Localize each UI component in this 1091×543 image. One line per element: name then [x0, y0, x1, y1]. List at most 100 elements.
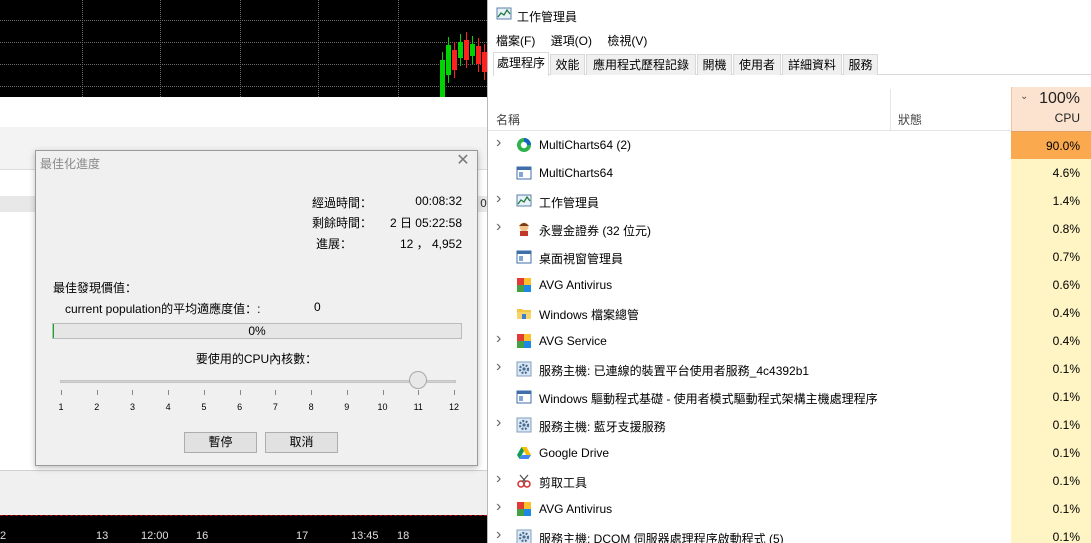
column-header: 名稱 狀態 ⌄ 100% CPU: [488, 86, 1091, 131]
process-row[interactable]: › 剪取工具 0.1%: [488, 467, 1091, 495]
tab-startup[interactable]: 開機: [697, 54, 732, 75]
expand-chevron-icon[interactable]: ›: [496, 218, 506, 236]
expand-chevron-icon[interactable]: ›: [496, 526, 506, 543]
column-status-header[interactable]: 狀態: [898, 111, 922, 128]
tab-processes[interactable]: 處理程序: [493, 52, 549, 76]
slider-tick-label: 3: [129, 402, 135, 412]
slider-tick-label: 10: [377, 402, 388, 412]
process-name: MultiCharts64: [539, 166, 614, 180]
process-row[interactable]: MultiCharts64 4.6%: [488, 159, 1091, 187]
process-name: 服務主機: 藍牙支援服務: [539, 420, 666, 434]
candle-body: [458, 42, 463, 58]
menu-view[interactable]: 檢視(V): [607, 34, 647, 48]
slider-tick-label: 12: [448, 402, 459, 412]
slider-tick: [168, 390, 170, 395]
process-name: 剪取工具: [539, 476, 588, 490]
slider-tick-label: 7: [272, 402, 278, 412]
window-title: 工作管理員: [517, 10, 578, 24]
process-row[interactable]: › 服務主機: 藍牙支援服務 0.1%: [488, 411, 1091, 439]
folder-icon: [516, 305, 532, 321]
cpu-total-usage: 100%: [1039, 90, 1080, 107]
process-row[interactable]: › 工作管理員 1.4%: [488, 187, 1091, 215]
process-row[interactable]: 桌面視窗管理員 0.7%: [488, 243, 1091, 271]
chart-gridline: [0, 42, 487, 43]
candle-body: [440, 60, 445, 97]
axis-tick-label: 2: [0, 530, 7, 542]
status-band: [0, 470, 487, 515]
axis-tick-label: 17: [296, 530, 309, 542]
close-icon[interactable]: ✕: [455, 153, 471, 169]
toolbar-band: [0, 97, 487, 127]
slider-tick-label: 8: [308, 402, 314, 412]
chart-gridline: [240, 0, 241, 97]
cpu-cores-slider-thumb[interactable]: [409, 371, 428, 389]
slider-tick-label: 6: [237, 402, 243, 412]
expand-chevron-icon[interactable]: ›: [496, 190, 506, 208]
process-row[interactable]: › 永豐金證券 (32 位元) 0.8%: [488, 215, 1091, 243]
sort-chevron-icon: ⌄: [1020, 91, 1029, 102]
axis-tick-label: 12:00: [141, 530, 169, 542]
process-cpu-value: 0.1%: [1011, 467, 1091, 495]
slider-tick: [132, 390, 134, 395]
tab-users[interactable]: 使用者: [733, 54, 781, 75]
process-row[interactable]: › 服務主機: 已連線的裝置平台使用者服務_4c4392b1 0.1%: [488, 355, 1091, 383]
chart-gridline: [0, 64, 487, 65]
cancel-button[interactable]: 取消: [265, 432, 338, 453]
menu-file[interactable]: 檔案(F): [496, 34, 535, 48]
expand-chevron-icon[interactable]: ›: [496, 470, 506, 488]
candle-body: [476, 46, 481, 64]
expand-chevron-icon[interactable]: ›: [496, 134, 506, 152]
chart-gridline: [0, 86, 487, 87]
fitness-value: 0: [314, 300, 321, 314]
menu-options[interactable]: 選項(O): [551, 34, 592, 48]
cpu-column-label: CPU: [1054, 111, 1080, 125]
slider-tick: [275, 390, 277, 395]
slider-tick-label: 9: [344, 402, 350, 412]
expand-chevron-icon[interactable]: ›: [496, 330, 506, 348]
task-manager-window: 工作管理員 檔案(F) 選項(O) 檢視(V) 處理程序 效能 應用程式歷程記錄…: [487, 0, 1091, 543]
column-name-header[interactable]: 名稱: [496, 111, 520, 128]
cpu-cores-slider-track[interactable]: [60, 380, 456, 383]
slider-tick-label: 4: [165, 402, 171, 412]
expand-chevron-icon[interactable]: ›: [496, 498, 506, 516]
tab-app-history[interactable]: 應用程式歷程記錄: [586, 54, 696, 75]
task-manager-icon: [516, 193, 532, 209]
process-name: MultiCharts64 (2): [539, 138, 632, 152]
process-cpu-value: 0.1%: [1011, 355, 1091, 383]
process-row[interactable]: › 服務主機: DCOM 伺服器處理程序啟動程式 (5) 0.1%: [488, 523, 1091, 543]
process-row[interactable]: Windows 驅動程式基礎 - 使用者模式驅動程式架構主機處理程序 0.1%: [488, 383, 1091, 411]
process-row[interactable]: Google Drive 0.1%: [488, 439, 1091, 467]
process-name: 服務主機: 已連線的裝置平台使用者服務_4c4392b1: [539, 364, 810, 378]
progress-percent: 0%: [248, 324, 266, 338]
multicharts-icon: [516, 137, 532, 153]
process-row[interactable]: › AVG Service 0.4%: [488, 327, 1091, 355]
tab-details[interactable]: 詳細資料: [782, 54, 842, 75]
axis-tick-label: 18: [397, 530, 410, 542]
candle-body: [446, 45, 451, 75]
tab-services[interactable]: 服務: [843, 54, 878, 75]
gear-service-icon: [516, 529, 532, 543]
broker-mascot-icon: [516, 221, 532, 237]
pause-button[interactable]: 暫停: [184, 432, 257, 453]
process-row[interactable]: › MultiCharts64 (2) 90.0%: [488, 131, 1091, 159]
process-row[interactable]: Windows 檔案總管 0.4%: [488, 299, 1091, 327]
tab-performance[interactable]: 效能: [550, 54, 585, 75]
column-cpu-header[interactable]: ⌄ 100% CPU: [1011, 87, 1091, 131]
cpu-cores-label: 要使用的CPU內核數：: [195, 352, 318, 366]
chart-gridline: [160, 0, 161, 97]
progress-label: 進展：: [315, 237, 352, 251]
process-name: 工作管理員: [539, 196, 600, 210]
process-row[interactable]: › AVG Antivirus 0.1%: [488, 495, 1091, 523]
slider-tick-label: 2: [94, 402, 100, 412]
expand-chevron-icon[interactable]: ›: [496, 358, 506, 376]
process-row[interactable]: AVG Antivirus 0.6%: [488, 271, 1091, 299]
process-cpu-value: 0.1%: [1011, 411, 1091, 439]
process-cpu-value: 90.0%: [1011, 131, 1091, 159]
process-name: AVG Antivirus: [539, 278, 613, 292]
process-name: AVG Antivirus: [539, 502, 613, 516]
expand-chevron-icon[interactable]: ›: [496, 414, 506, 432]
axis-separator: [0, 515, 487, 518]
slider-tick-label: 11: [413, 402, 423, 412]
menu-bar: 檔案(F) 選項(O) 檢視(V): [496, 32, 659, 50]
window-app-icon: [516, 249, 532, 265]
